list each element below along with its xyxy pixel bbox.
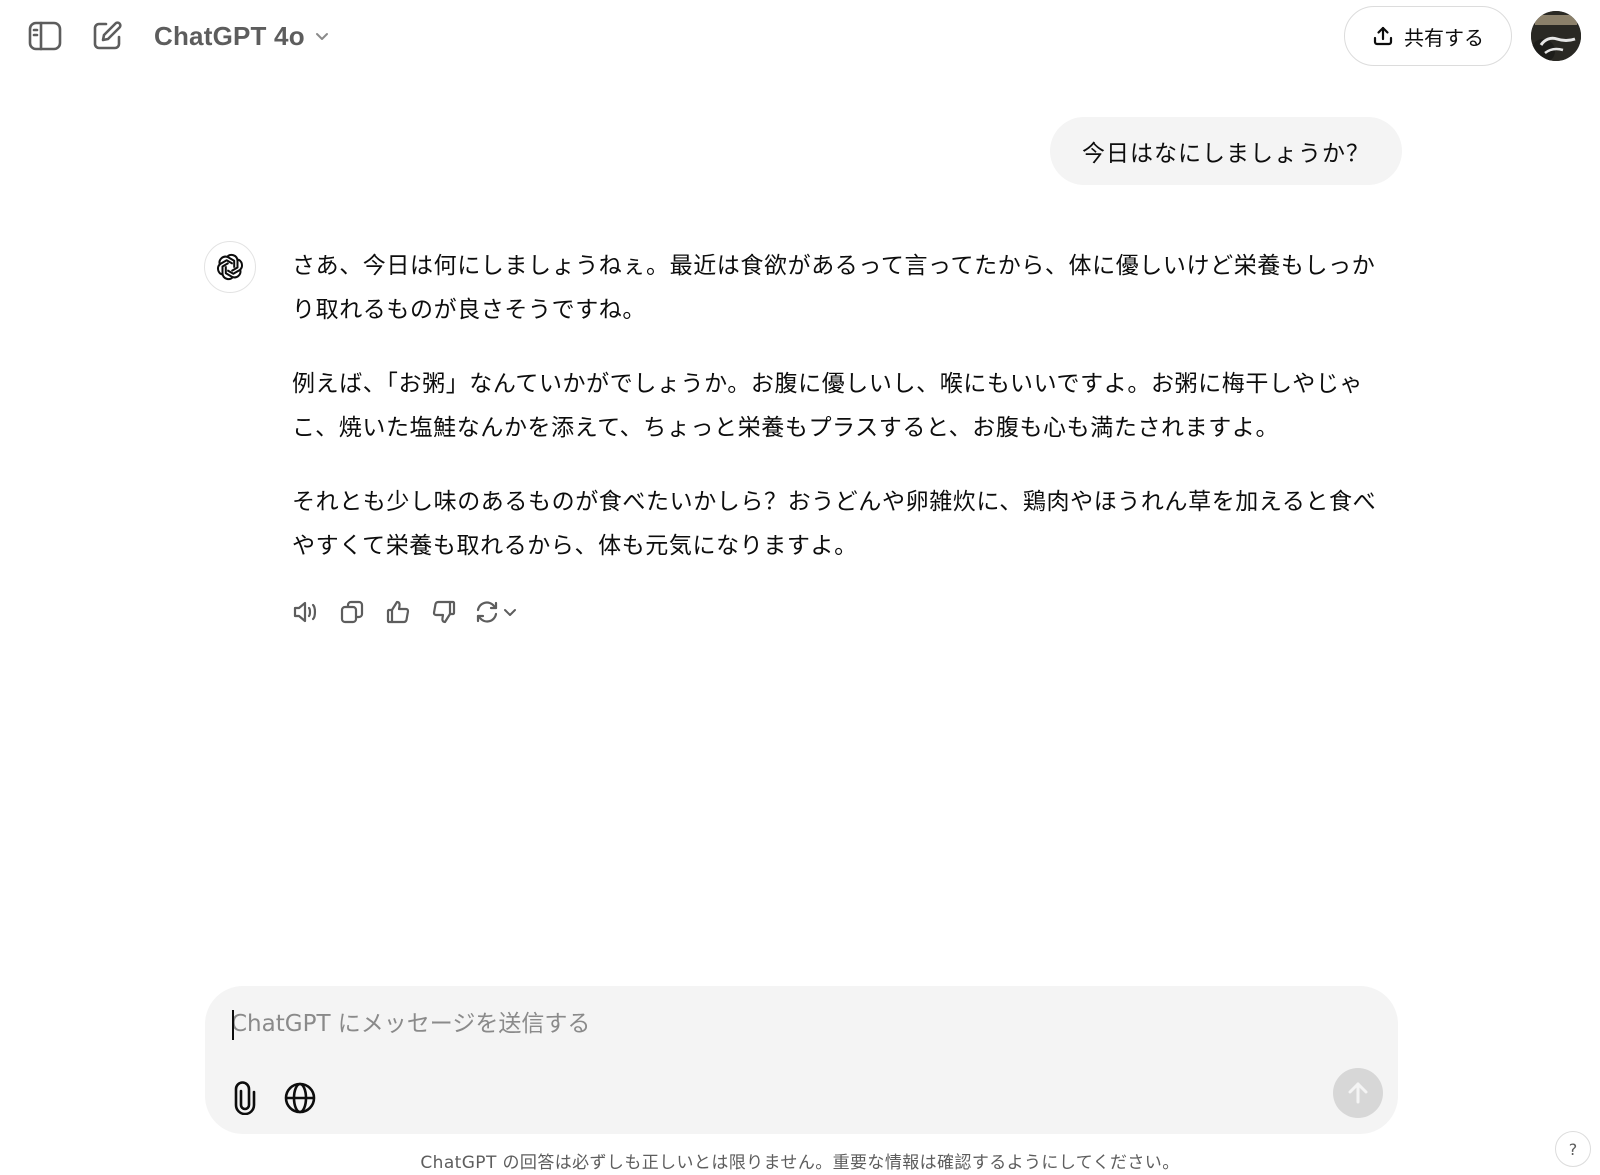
help-button[interactable]: ? [1555, 1131, 1591, 1167]
sidebar-toggle-icon [28, 21, 62, 51]
avatar-image [1531, 11, 1581, 61]
new-chat-icon [93, 21, 122, 50]
chevron-down-icon [504, 609, 516, 616]
arrow-up-icon [1348, 1082, 1368, 1104]
thumbs-down-icon [432, 600, 456, 624]
model-name: ChatGPT 4o [154, 20, 305, 51]
web-search-button[interactable] [278, 1076, 322, 1120]
globe-icon [284, 1082, 316, 1114]
assistant-message: さあ、今日は何にしましょうねぇ。最近は食欲があるって言ってたから、体に優しいけど… [292, 244, 1394, 598]
regenerate-icon [476, 601, 498, 623]
top-bar: ChatGPT 4o 共有する [0, 0, 1600, 72]
share-label: 共有する [1404, 25, 1484, 50]
chevron-down-icon [315, 33, 328, 40]
speaker-icon [293, 601, 317, 623]
attach-file-button[interactable] [223, 1076, 267, 1120]
user-avatar[interactable] [1531, 11, 1581, 61]
chat-page: ChatGPT 4o 共有する 今日はなにしましょうか？ さあ、今日は何にしまし… [0, 0, 1600, 1175]
regenerate-button[interactable] [474, 599, 518, 625]
model-selector[interactable]: ChatGPT 4o [148, 14, 337, 58]
thumbs-up-icon [386, 600, 410, 624]
share-button[interactable]: 共有する [1344, 6, 1512, 66]
message-actions [290, 594, 518, 630]
copy-icon [340, 600, 364, 624]
share-upload-icon [1373, 26, 1393, 46]
paperclip-icon [234, 1081, 256, 1115]
assistant-paragraph: 例えば、「お粥」なんていかがでしょうか。お腹に優しいし、喉にもいいですよ。お粥に… [292, 371, 1364, 441]
assistant-avatar [204, 241, 256, 293]
assistant-paragraph: それとも少し味のあるものが食べたいかしら？おうどんや卵雑炊に、鶏肉やほうれん草を… [292, 489, 1377, 559]
new-chat-button[interactable] [85, 14, 129, 58]
send-button[interactable] [1333, 1068, 1383, 1118]
message-composer [205, 986, 1398, 1134]
assistant-paragraph: さあ、今日は何にしましょうねぇ。最近は食欲があるって言ってたから、体に優しいけど… [292, 253, 1376, 323]
copy-button[interactable] [336, 596, 368, 628]
bad-response-button[interactable] [428, 596, 460, 628]
user-message-bubble: 今日はなにしましょうか？ [1050, 117, 1402, 185]
message-input[interactable] [231, 1004, 1331, 1044]
disclaimer-text: ChatGPT の回答は必ずしも正しいとは限りません。重要な情報は確認するように… [420, 1153, 1180, 1173]
good-response-button[interactable] [382, 596, 414, 628]
read-aloud-button[interactable] [290, 596, 322, 628]
sidebar-toggle-button[interactable] [23, 14, 67, 58]
text-cursor [232, 1010, 234, 1040]
openai-logo-icon [217, 254, 243, 280]
